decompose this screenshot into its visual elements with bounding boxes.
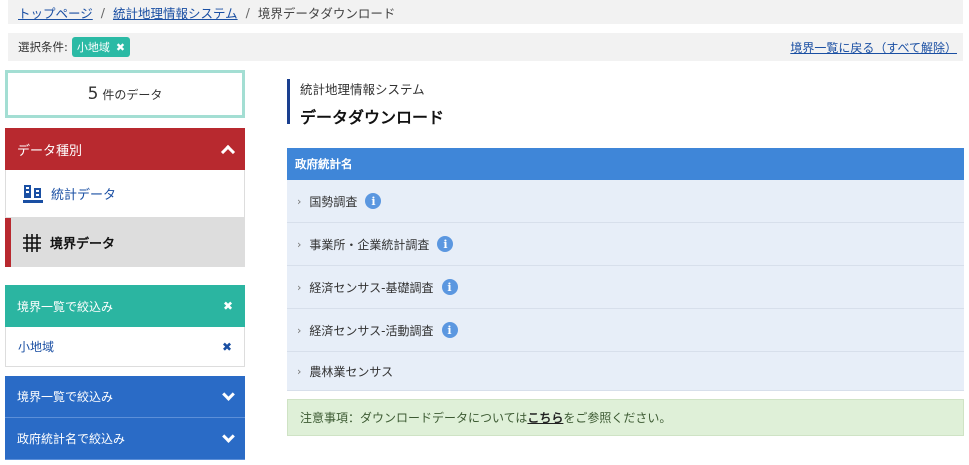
- data-type-statistics[interactable]: 統計データ: [5, 170, 245, 218]
- gov-stat-table: 政府統計名 › 国勢調査 i › 事業所・企業統計調査 i › 経済センサス‐基…: [287, 148, 964, 391]
- close-icon[interactable]: ✖: [116, 41, 125, 54]
- notice-suffix: をご参照ください。: [563, 411, 672, 425]
- data-type-boundary-label: 境界データ: [50, 237, 116, 252]
- data-type-statistics-label: 統計データ: [51, 188, 117, 203]
- gov-stat-filter-label: 政府統計名で絞込み: [17, 432, 126, 446]
- close-icon[interactable]: ✖: [223, 299, 233, 313]
- table-row[interactable]: › 経済センサス‐基礎調査 i: [287, 266, 964, 309]
- page-heading: 統計地理情報システム データダウンロード: [287, 79, 964, 127]
- breadcrumb-system-link[interactable]: 統計地理情報システム: [113, 3, 238, 22]
- condition-chip[interactable]: 小地域 ✖: [71, 37, 131, 57]
- chevron-right-icon: ›: [297, 364, 302, 378]
- breadcrumb: トップページ / 統計地理情報システム / 境界データダウンロード: [8, 0, 963, 24]
- row-label[interactable]: 事業所・企業統計調査: [309, 236, 429, 253]
- boundary-filter-header[interactable]: 境界一覧で絞込み ✖: [5, 285, 245, 327]
- row-label[interactable]: 国勢調査: [309, 193, 357, 210]
- reset-all-link[interactable]: 境界一覧に戻る（すべて解除）: [790, 39, 957, 56]
- sidebar: 5 件のデータ データ種別 統計データ 境界データ 境界一覧で絞込み ✖ 小地域…: [5, 70, 245, 460]
- table-row[interactable]: › 経済センサス‐活動調査 i: [287, 309, 964, 352]
- row-label[interactable]: 経済センサス‐活動調査: [309, 322, 433, 339]
- chevron-down-icon: [222, 387, 235, 401]
- data-type-header-label: データ種別: [17, 143, 83, 159]
- breadcrumb-separator: /: [245, 4, 250, 20]
- condition-chip-label: 小地域: [76, 41, 110, 54]
- grid-icon: [23, 233, 41, 252]
- system-name: 統計地理情報システム: [300, 82, 425, 97]
- breadcrumb-separator: /: [100, 4, 105, 20]
- selected-conditions-bar: 選択条件: 小地域 ✖ 境界一覧に戻る（すべて解除）: [8, 33, 963, 61]
- table-header: 政府統計名: [287, 148, 964, 180]
- info-icon[interactable]: i: [441, 279, 458, 295]
- notice-link[interactable]: こちら: [527, 409, 563, 426]
- boundary-filter-header-label: 境界一覧で絞込み: [17, 299, 114, 314]
- notice-box: 注意事項：ダウンロードデータについては こちら をご参照ください。: [287, 399, 964, 436]
- info-icon[interactable]: i: [365, 193, 382, 209]
- main-content: 統計地理情報システム データダウンロード 政府統計名 › 国勢調査 i › 事業…: [287, 78, 964, 436]
- result-count-unit: 件のデータ: [102, 87, 163, 102]
- chevron-right-icon: ›: [297, 280, 302, 294]
- table-row[interactable]: › 農林業センサス: [287, 352, 964, 391]
- table-row[interactable]: › 国勢調査 i: [287, 180, 964, 223]
- result-count-box: 5 件のデータ: [5, 70, 245, 118]
- page-title: データダウンロード: [300, 108, 445, 127]
- chevron-up-icon: [220, 144, 236, 159]
- data-type-header[interactable]: データ種別: [5, 128, 245, 170]
- data-type-boundary[interactable]: 境界データ: [5, 218, 245, 267]
- chevron-right-icon: ›: [297, 237, 302, 251]
- breadcrumb-current: 境界データダウンロード: [257, 5, 396, 21]
- boundary-list-filter[interactable]: 境界一覧で絞込み: [5, 376, 245, 418]
- building-icon: [23, 184, 43, 203]
- close-icon[interactable]: ✖: [222, 340, 232, 354]
- row-label[interactable]: 農林業センサス: [309, 363, 393, 380]
- gov-stat-filter[interactable]: 政府統計名で絞込み: [5, 418, 245, 460]
- boundary-list-filter-label: 境界一覧で絞込み: [17, 390, 114, 404]
- info-icon[interactable]: i: [441, 322, 458, 338]
- row-label[interactable]: 経済センサス‐基礎調査: [309, 279, 433, 296]
- breadcrumb-home-link[interactable]: トップページ: [18, 3, 93, 22]
- conditions-label: 選択条件:: [18, 40, 68, 54]
- boundary-filter-selected-label: 小地域: [18, 340, 55, 354]
- chevron-right-icon: ›: [297, 194, 302, 208]
- result-count: 5: [87, 84, 99, 104]
- info-icon[interactable]: i: [437, 236, 454, 252]
- chevron-down-icon: [222, 429, 235, 443]
- chevron-right-icon: ›: [297, 323, 302, 337]
- table-row[interactable]: › 事業所・企業統計調査 i: [287, 223, 964, 266]
- collapsed-filter-group: 境界一覧で絞込み 政府統計名で絞込み: [5, 376, 245, 460]
- notice-prefix: 注意事項：ダウンロードデータについては: [300, 411, 528, 425]
- boundary-filter-selected[interactable]: 小地域 ✖: [5, 327, 245, 367]
